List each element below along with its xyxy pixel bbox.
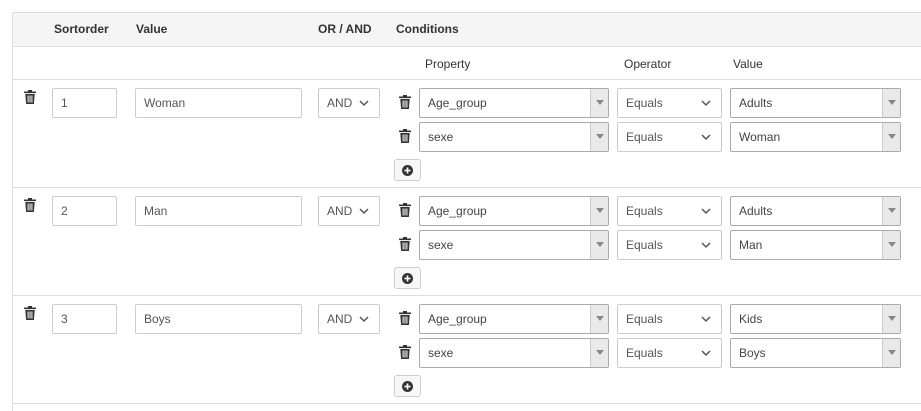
trash-icon[interactable] — [24, 90, 36, 104]
sortorder-input[interactable]: 3 — [52, 304, 117, 334]
trash-icon[interactable] — [399, 129, 411, 143]
caret-down-icon — [882, 89, 900, 117]
plus-circle-icon — [402, 273, 413, 284]
trash-icon[interactable] — [399, 237, 411, 251]
logic-dropdown[interactable]: AND — [318, 304, 380, 334]
logic-dropdown[interactable]: AND — [318, 88, 380, 118]
trash-icon[interactable] — [399, 311, 411, 325]
sortorder-input[interactable]: 2 — [52, 196, 117, 226]
subheader-property: Property — [425, 57, 471, 71]
caret-down-icon — [882, 305, 900, 333]
logic-value: AND — [327, 96, 353, 110]
chevron-down-icon — [701, 100, 711, 107]
property-select[interactable]: sexe — [419, 230, 609, 260]
header-sortorder: Sortorder — [54, 22, 109, 36]
condition-value: Adults — [739, 204, 773, 218]
value-input[interactable]: Woman — [135, 88, 302, 118]
operator-value: Equals — [626, 238, 663, 252]
caret-down-icon — [590, 339, 608, 367]
property-value: Age_group — [428, 96, 487, 110]
caret-down-icon — [882, 339, 900, 367]
trash-icon[interactable] — [399, 203, 411, 217]
property-value: sexe — [428, 346, 454, 360]
operator-value: Equals — [626, 346, 663, 360]
header-or-and: OR / AND — [318, 22, 372, 36]
table-row: 3 Boys AND Age_group Equals Kids sexe Eq… — [13, 296, 921, 404]
chevron-down-icon — [359, 208, 369, 215]
operator-dropdown[interactable]: Equals — [617, 230, 722, 260]
condition-value: Woman — [739, 130, 781, 144]
operator-value: Equals — [626, 204, 663, 218]
property-select[interactable]: Age_group — [419, 88, 609, 118]
trash-icon[interactable] — [24, 306, 36, 320]
operator-dropdown[interactable]: Equals — [617, 88, 722, 118]
condition-value-select[interactable]: Adults — [730, 88, 901, 118]
condition-value-select[interactable]: Boys — [730, 338, 901, 368]
caret-down-icon — [590, 231, 608, 259]
plus-circle-icon — [402, 381, 413, 392]
property-select[interactable]: Age_group — [419, 196, 609, 226]
caret-down-icon — [882, 231, 900, 259]
caret-down-icon — [590, 89, 608, 117]
chevron-down-icon — [359, 100, 369, 107]
plus-circle-icon — [402, 165, 413, 176]
table-header: Sortorder Value OR / AND Conditions — [13, 13, 921, 47]
condition-value: Kids — [739, 312, 763, 326]
property-value: sexe — [428, 130, 454, 144]
property-select[interactable]: sexe — [419, 122, 609, 152]
subheader-value: Value — [733, 57, 763, 71]
chevron-down-icon — [701, 316, 711, 323]
value-input[interactable]: Boys — [135, 304, 302, 334]
chevron-down-icon — [701, 350, 711, 357]
table-row: 1 Woman AND Age_group Equals Adults sexe… — [13, 80, 921, 188]
header-conditions: Conditions — [396, 22, 459, 36]
condition-value: Adults — [739, 96, 773, 110]
chevron-down-icon — [701, 242, 711, 249]
subheader-operator: Operator — [624, 57, 672, 71]
chevron-down-icon — [359, 316, 369, 323]
condition-value-select[interactable]: Adults — [730, 196, 901, 226]
caret-down-icon — [882, 123, 900, 151]
chevron-down-icon — [701, 134, 711, 141]
condition-value: Boys — [739, 346, 766, 360]
property-value: Age_group — [428, 312, 487, 326]
condition-value-select[interactable]: Man — [730, 230, 901, 260]
header-value: Value — [136, 22, 168, 36]
property-select[interactable]: Age_group — [419, 304, 609, 334]
property-value: sexe — [428, 238, 454, 252]
operator-value: Equals — [626, 130, 663, 144]
logic-value: AND — [327, 204, 353, 218]
caret-down-icon — [590, 305, 608, 333]
add-condition-button[interactable] — [394, 159, 421, 181]
operator-dropdown[interactable]: Equals — [617, 304, 722, 334]
caret-down-icon — [590, 123, 608, 151]
condition-value: Man — [739, 238, 763, 252]
conditions-subheader: Property Operator Value — [13, 47, 921, 80]
sort-rules-table: Sortorder Value OR / AND Conditions Prop… — [12, 12, 921, 411]
value-input[interactable]: Man — [135, 196, 302, 226]
trash-icon[interactable] — [24, 198, 36, 212]
sortorder-input[interactable]: 1 — [52, 88, 117, 118]
logic-dropdown[interactable]: AND — [318, 196, 380, 226]
trash-icon[interactable] — [399, 95, 411, 109]
add-condition-button[interactable] — [394, 267, 421, 289]
table-row: 2 Man AND Age_group Equals Adults sexe E… — [13, 188, 921, 296]
caret-down-icon — [590, 197, 608, 225]
condition-value-select[interactable]: Kids — [730, 304, 901, 334]
chevron-down-icon — [701, 208, 711, 215]
property-select[interactable]: sexe — [419, 338, 609, 368]
operator-dropdown[interactable]: Equals — [617, 338, 722, 368]
caret-down-icon — [882, 197, 900, 225]
trash-icon[interactable] — [399, 345, 411, 359]
property-value: Age_group — [428, 204, 487, 218]
operator-value: Equals — [626, 312, 663, 326]
operator-dropdown[interactable]: Equals — [617, 196, 722, 226]
condition-value-select[interactable]: Woman — [730, 122, 901, 152]
operator-dropdown[interactable]: Equals — [617, 122, 722, 152]
add-condition-button[interactable] — [394, 375, 421, 397]
operator-value: Equals — [626, 96, 663, 110]
logic-value: AND — [327, 312, 353, 326]
